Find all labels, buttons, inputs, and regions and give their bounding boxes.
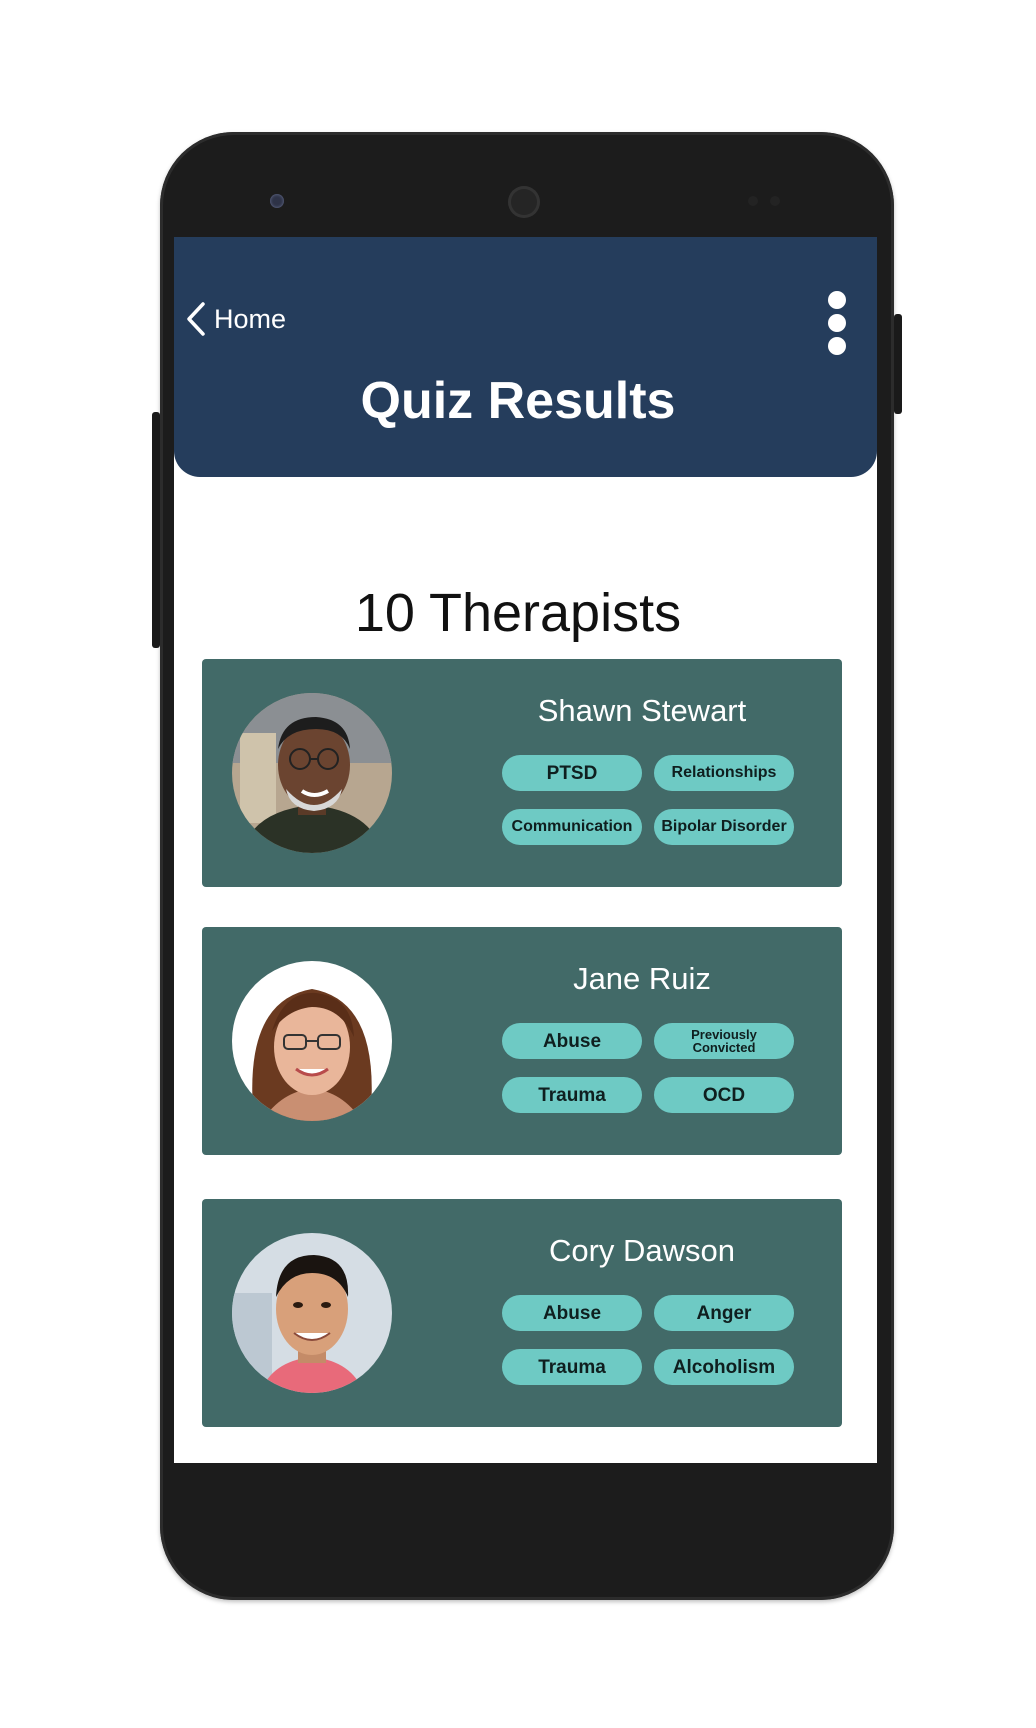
- specialty-tag[interactable]: Communication: [502, 809, 642, 845]
- specialty-tags: Abuse Previously Convicted Trauma OCD: [502, 1023, 794, 1113]
- specialty-tag[interactable]: Trauma: [502, 1077, 642, 1113]
- therapist-name: Shawn Stewart: [537, 693, 747, 728]
- avatar: [232, 693, 392, 853]
- avatar: [232, 1233, 392, 1393]
- power-button: [894, 314, 902, 414]
- specialty-tag[interactable]: Abuse: [502, 1023, 642, 1059]
- therapist-name: Cory Dawson: [548, 1233, 736, 1268]
- specialty-tag[interactable]: Abuse: [502, 1295, 642, 1331]
- specialty-tags: PTSD Relationships Communication Bipolar…: [502, 755, 794, 845]
- screen: Home Quiz Results 10 Therapists Shawn St…: [174, 237, 877, 1463]
- specialty-tag[interactable]: Relationships: [654, 755, 794, 791]
- app-header: Home Quiz Results: [174, 237, 877, 477]
- back-button[interactable]: Home: [186, 297, 286, 341]
- page-title: Quiz Results: [360, 372, 676, 430]
- specialty-tag[interactable]: OCD: [654, 1077, 794, 1113]
- results-count: 10 Therapists: [354, 583, 682, 643]
- phone-frame: Home Quiz Results 10 Therapists Shawn St…: [152, 132, 902, 1600]
- proximity-sensor: [748, 196, 758, 206]
- earpiece-speaker: [508, 186, 540, 218]
- therapist-card[interactable]: Jane Ruiz Abuse Previously Convicted Tra…: [202, 927, 842, 1155]
- specialty-tag[interactable]: Anger: [654, 1295, 794, 1331]
- volume-button: [152, 412, 160, 648]
- more-vertical-icon[interactable]: [825, 291, 849, 355]
- specialty-tag[interactable]: Bipolar Disorder: [654, 809, 794, 845]
- specialty-tags: Abuse Anger Trauma Alcoholism: [502, 1295, 794, 1385]
- specialty-tag[interactable]: Alcoholism: [654, 1349, 794, 1385]
- specialty-tag[interactable]: Trauma: [502, 1349, 642, 1385]
- therapist-card[interactable]: Cory Dawson Abuse Anger Trauma Alcoholis…: [202, 1199, 842, 1427]
- light-sensor: [770, 196, 780, 206]
- back-label: Home: [214, 303, 287, 334]
- specialty-tag[interactable]: PTSD: [502, 755, 642, 791]
- therapist-card[interactable]: Shawn Stewart PTSD Relationships Communi…: [202, 659, 842, 887]
- chevron-left-icon: [187, 302, 205, 336]
- therapist-name: Jane Ruiz: [573, 961, 711, 996]
- front-camera: [270, 194, 284, 208]
- specialty-tag[interactable]: Previously Convicted: [654, 1023, 794, 1059]
- avatar: [232, 961, 392, 1121]
